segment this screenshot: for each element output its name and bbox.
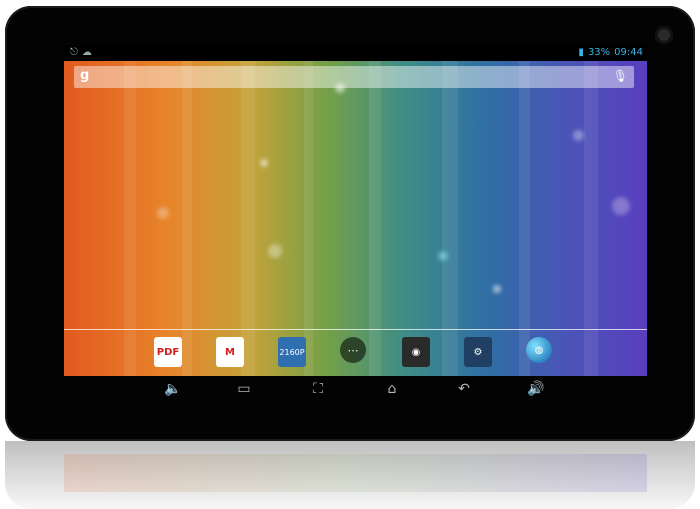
pdf-reader-icon[interactable]: PDF xyxy=(154,337,182,367)
front-camera-icon xyxy=(655,26,673,44)
clock: 09:44 xyxy=(614,47,643,58)
camera-icon[interactable]: ◉ xyxy=(402,337,430,367)
home-wallpaper: g 🎙 PDF M 2160P ⋯ ◉ ⚙ ◍ xyxy=(64,61,647,376)
app-dock: PDF M 2160P ⋯ ◉ ⚙ ◍ xyxy=(64,331,647,376)
volume-down-icon[interactable]: 🔈 xyxy=(163,380,183,398)
status-bar: ⎋ ☁ ▮ 33% 09:44 xyxy=(64,45,647,61)
battery-percent: 33% xyxy=(587,47,611,58)
dock-divider xyxy=(64,329,647,330)
status-right: ▮ 33% 09:44 xyxy=(578,47,643,59)
usb-icon: ⎋ xyxy=(70,47,78,58)
status-left: ⎋ ☁ xyxy=(70,47,92,58)
android-icon: ☁ xyxy=(81,47,92,58)
browser-globe-icon[interactable]: ◍ xyxy=(526,337,552,363)
settings-icon[interactable]: ⚙ xyxy=(464,337,492,367)
google-search-bar[interactable]: g 🎙 xyxy=(74,66,634,88)
all-apps-icon[interactable]: ⋯ xyxy=(340,337,366,363)
video-2160p-icon[interactable]: 2160P xyxy=(278,337,306,367)
reflection-screen xyxy=(64,454,647,492)
google-search-icon[interactable]: g xyxy=(80,68,89,83)
mic-icon[interactable]: 🎙 xyxy=(613,69,628,83)
home-icon[interactable]: ⌂ xyxy=(382,380,402,398)
volume-up-icon[interactable]: 🔊 xyxy=(526,380,546,398)
navigation-bar: 🔈 ▭ ⛶ ⌂ ↶ 🔊 xyxy=(64,376,647,402)
tablet-screen: ⎋ ☁ ▮ 33% 09:44 g 🎙 PDF M 2160P ⋯ ◉ ⚙ ◍ xyxy=(64,45,647,376)
back-icon[interactable]: ↶ xyxy=(454,380,474,398)
tablet-reflection xyxy=(5,441,695,509)
battery-icon: ▮ xyxy=(578,47,584,58)
recent-apps-icon[interactable]: ▭ xyxy=(234,380,254,398)
gmail-icon[interactable]: M xyxy=(216,337,244,367)
screenshot-icon[interactable]: ⛶ xyxy=(308,380,328,398)
